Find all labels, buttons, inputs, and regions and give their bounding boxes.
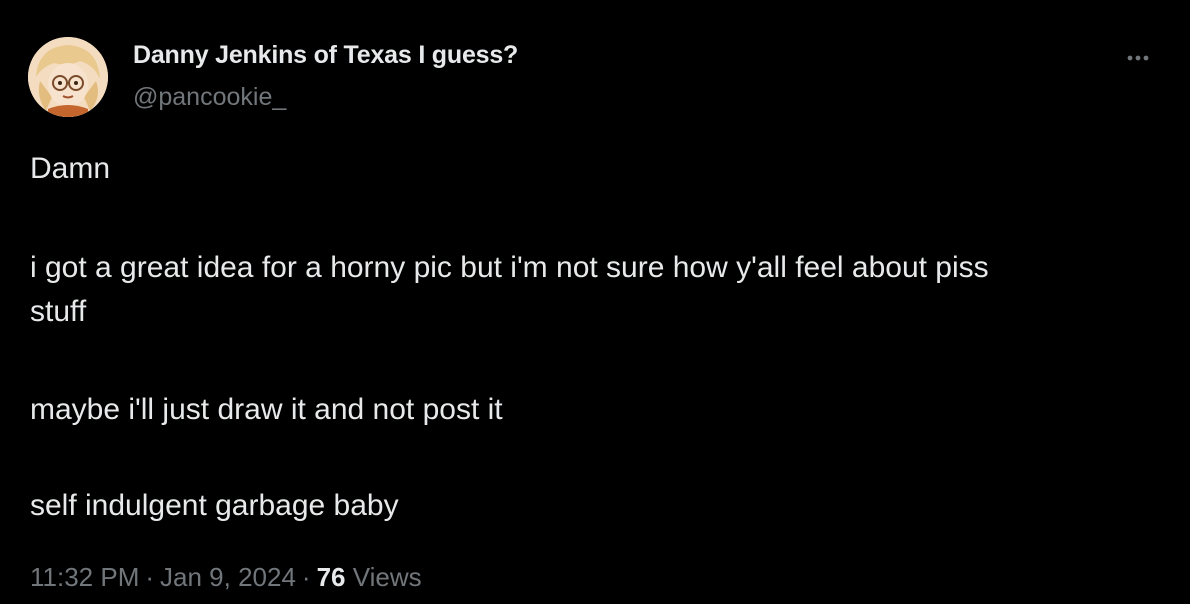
avatar[interactable] — [28, 37, 108, 117]
author-handle[interactable]: @pancookie_ — [133, 83, 286, 112]
post-text-line: self indulgent garbage baby — [30, 489, 399, 522]
more-options-icon[interactable] — [1122, 50, 1162, 70]
post-time[interactable]: 11:32 PM — [30, 562, 139, 592]
cartoon-avatar-icon — [28, 37, 108, 117]
views-label: Views — [352, 562, 422, 592]
author-display-name[interactable]: Danny Jenkins of Texas I guess? — [133, 41, 518, 70]
separator: · — [145, 562, 155, 592]
post-text-line: Damn — [30, 152, 111, 185]
post-text-line: stuff — [30, 295, 87, 328]
post-metadata: 11:32 PM · Jan 9, 2024 · 76 Views — [30, 562, 422, 593]
post-text-line: i got a great idea for a horny pic but i… — [30, 251, 989, 284]
post-date[interactable]: Jan 9, 2024 — [160, 562, 296, 592]
views-count: 76 — [316, 562, 346, 592]
post-text-line: maybe i'll just draw it and not post it — [30, 393, 503, 426]
separator: · — [301, 562, 311, 592]
tweet: Danny Jenkins of Texas I guess? @pancook… — [0, 0, 1190, 604]
